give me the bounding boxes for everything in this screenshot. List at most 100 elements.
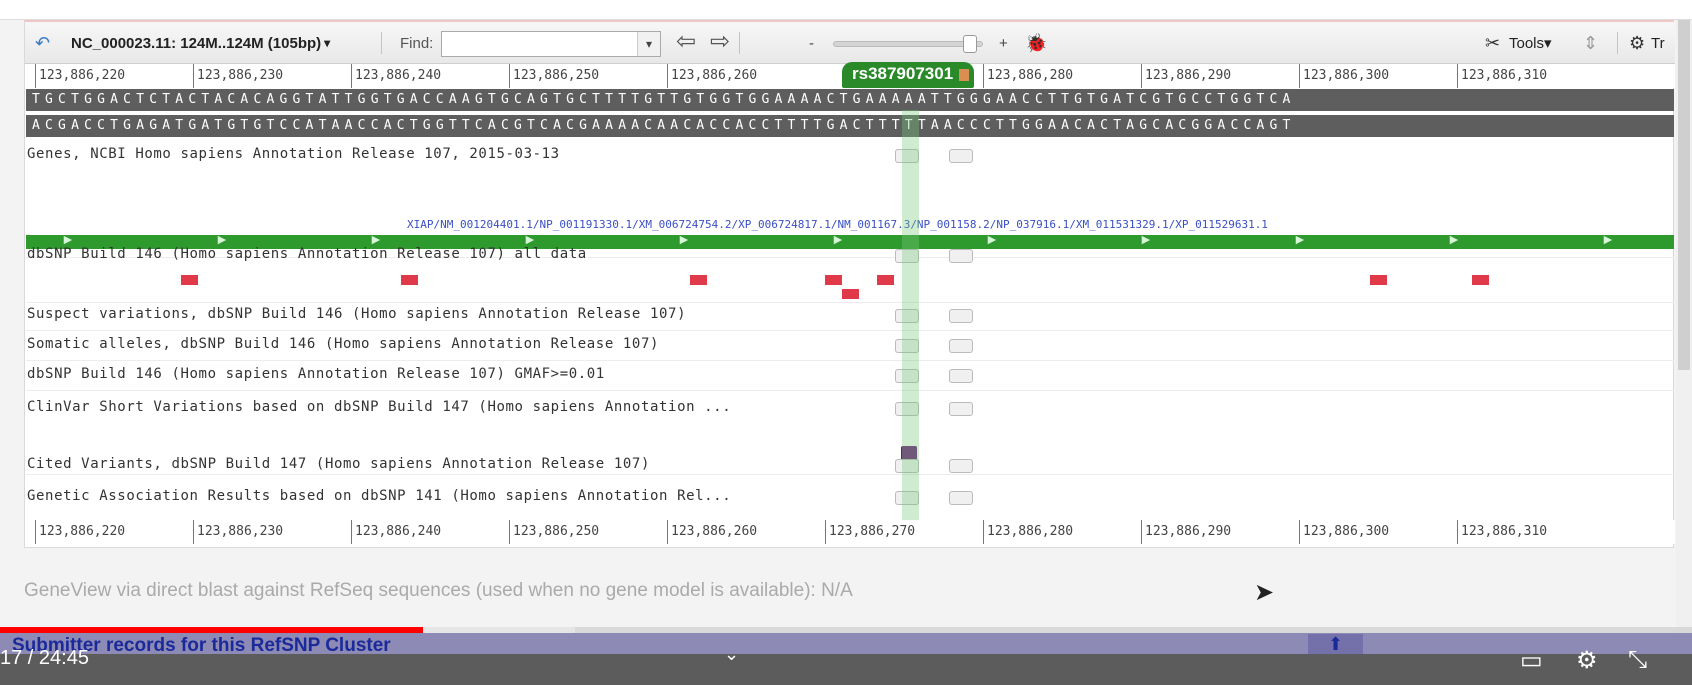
variant-feature[interactable] [877, 275, 894, 285]
gene-view-text: GeneView via direct blast against RefSeq… [24, 580, 853, 601]
track-label-suspect: Suspect variations, dbSNP Build 146 (Hom… [27, 306, 687, 322]
ruler-tick: 123,886,230 [193, 64, 283, 88]
track-label-genes: Genes, NCBI Homo sapiens Annotation Rele… [27, 146, 560, 162]
track-divider [26, 360, 1674, 361]
strand-arrow-icon: ► [985, 231, 999, 247]
variant-feature[interactable] [842, 289, 859, 299]
strand-arrow-icon: ► [831, 231, 845, 247]
strand-arrow-icon: ► [61, 231, 75, 247]
chevron-down-icon: ▾ [324, 36, 331, 50]
tools-label: Tools [1509, 34, 1545, 52]
gear-icon[interactable]: ⚙ [1629, 31, 1645, 55]
back-icon[interactable]: ↶ [35, 31, 50, 55]
track-close-button[interactable] [949, 369, 973, 383]
tracks-label[interactable]: Tr [1651, 31, 1665, 55]
tools-menu[interactable]: Tools ▾ [1509, 31, 1552, 55]
ruler-tick: 123,886,240 [351, 520, 441, 544]
chevron-down-icon[interactable]: ⌄ [724, 644, 739, 665]
bottom-ruler: 123,886,220 123,886,230 123,886,240 123,… [25, 520, 1675, 544]
find-label: Find: [400, 34, 434, 52]
variant-feature[interactable] [825, 275, 842, 285]
track-close-button[interactable] [949, 309, 973, 323]
find-dropdown-icon[interactable]: ▾ [637, 32, 660, 56]
ruler-tick: 123,886,310 [1457, 520, 1547, 544]
video-time: 17 / 24:45 [0, 647, 89, 669]
ruler-tick: 123,886,250 [509, 64, 599, 88]
ruler-tick: 123,886,280 [983, 64, 1073, 88]
ruler-tick: 123,886,250 [509, 520, 599, 544]
variant-feature[interactable] [1370, 275, 1387, 285]
divider [739, 32, 740, 54]
selected-position-highlight [902, 110, 919, 536]
track-divider [26, 390, 1674, 391]
snp-position-marker[interactable]: rs387907301 [842, 62, 974, 88]
mouse-cursor-icon: ➤ [1254, 579, 1275, 606]
track-label-dbsnp-all: dbSNP Build 146 (Homo sapiens Annotation… [27, 246, 587, 262]
track-close-button[interactable] [949, 459, 973, 473]
strand-arrow-icon: ► [215, 231, 229, 247]
track-label-clinvar: ClinVar Short Variations based on dbSNP … [27, 399, 732, 415]
find-input[interactable] [441, 31, 661, 57]
variant-feature[interactable] [401, 275, 418, 285]
collapse-icon[interactable]: ⇕ [1583, 31, 1598, 55]
accession-selector[interactable]: NC_000023.11: 124M..124M (105bp) ▾ [71, 31, 330, 55]
variant-feature[interactable] [181, 275, 198, 285]
reverse-strand-sequence: ACGACCTGAGATGATGTGTCCATAACCACTGGTTCACGTC… [26, 115, 1674, 137]
zoom-slider[interactable] [833, 41, 983, 47]
strand-arrow-icon: ► [1293, 231, 1307, 247]
tools-icon[interactable]: ✂ [1485, 31, 1500, 55]
track-divider [26, 474, 1674, 475]
strand-arrow-icon: ► [523, 231, 537, 247]
ruler-tick: 123,886,290 [1141, 520, 1231, 544]
ruler-tick: 123,886,310 [1457, 64, 1547, 88]
track-close-button[interactable] [949, 249, 973, 263]
page-scrollbar-thumb[interactable] [1678, 20, 1690, 370]
divider [1617, 32, 1618, 54]
ruler-tick: 123,886,280 [983, 520, 1073, 544]
variant-feature[interactable] [1472, 275, 1489, 285]
bug-icon[interactable]: 🐞 [1025, 31, 1047, 55]
video-frame: ↶ NC_000023.11: 124M..124M (105bp) ▾ Fin… [0, 0, 1692, 685]
ruler-tick: 123,886,270 [825, 520, 915, 544]
track-close-button[interactable] [949, 402, 973, 416]
track-label-gmaf: dbSNP Build 146 (Homo sapiens Annotation… [27, 366, 605, 382]
ruler-tick: 123,886,260 [667, 520, 757, 544]
track-label-cited: Cited Variants, dbSNP Build 147 (Homo sa… [27, 456, 650, 472]
zoom-in-button[interactable]: + [999, 31, 1008, 55]
track-close-button[interactable] [949, 339, 973, 353]
strand-arrow-icon: ► [1601, 231, 1615, 247]
arrow-right-icon[interactable]: ⇨ [707, 30, 733, 55]
gear-icon[interactable]: ⚙ [1576, 646, 1598, 675]
sequence-viewer-panel: ↶ NC_000023.11: 124M..124M (105bp) ▾ Fin… [24, 20, 1675, 548]
variant-feature[interactable] [690, 275, 707, 285]
exit-fullscreen-icon[interactable]: ⤡ [1628, 646, 1647, 674]
strand-arrow-icon: ► [1447, 231, 1461, 247]
ruler-tick: 123,886,230 [193, 520, 283, 544]
forward-strand-sequence: TGCTGGACTCTACTACACAGGTATTGGTGACCAAGTGCAG… [26, 89, 1674, 111]
track-divider [26, 330, 1674, 331]
strand-arrow-icon: ► [369, 231, 383, 247]
ruler-tick: 123,886,300 [1299, 64, 1389, 88]
ruler-tick: 123,886,240 [351, 64, 441, 88]
snp-marker-label: rs387907301 [852, 64, 954, 83]
gene-transcript-label[interactable]: XIAP/NM_001204401.1/NP_001191330.1/XM_00… [407, 218, 1268, 231]
track-close-button[interactable] [949, 149, 973, 163]
ruler-tick: 123,886,290 [1141, 64, 1231, 88]
strand-arrow-icon: ► [677, 231, 691, 247]
marker-lock-icon [959, 68, 970, 81]
track-close-button[interactable] [949, 491, 973, 505]
video-controls-bar [0, 654, 1692, 685]
video-progress-fill[interactable] [0, 627, 423, 633]
arrow-left-icon[interactable]: ⇦ [673, 30, 699, 55]
zoom-out-button[interactable]: - [809, 31, 814, 55]
page-top-strip [0, 0, 1692, 20]
strand-arrow-icon: ► [1139, 231, 1153, 247]
track-divider [26, 302, 1674, 303]
ruler-tick: 123,886,300 [1299, 520, 1389, 544]
zoom-slider-thumb[interactable] [963, 35, 977, 53]
ruler-tick: 123,886,220 [35, 520, 125, 544]
ruler-tick: 123,886,260 [667, 64, 757, 88]
accession-label: NC_000023.11: 124M..124M (105bp) [71, 34, 322, 52]
divider [381, 32, 382, 54]
subtitles-icon[interactable]: ▭ [1520, 646, 1543, 675]
